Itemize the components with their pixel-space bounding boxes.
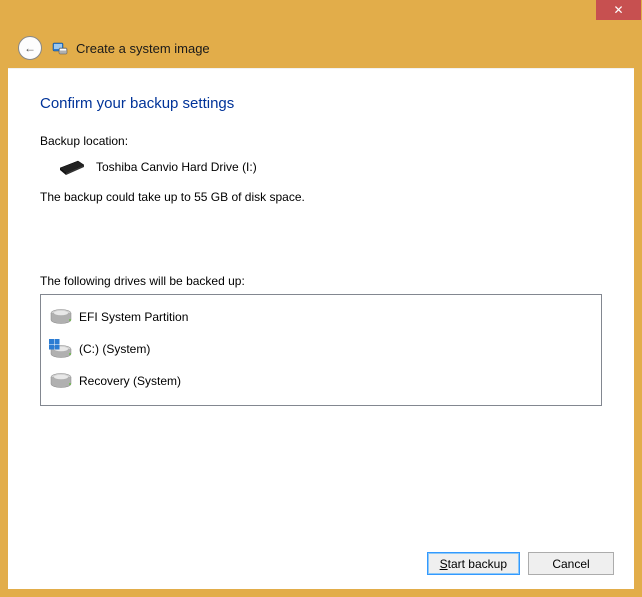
button-row: Start backup Cancel [427,552,614,575]
close-icon: ✕ [613,3,623,17]
backup-location-row: Toshiba Canvio Hard Drive (I:) [58,158,602,176]
drive-row-c: (C:) (System) [49,333,593,365]
windows-drive-icon [49,339,73,359]
backup-location-label: Backup location: [40,134,602,148]
header-strip: ← Create a system image [8,28,634,68]
back-arrow-icon: ← [24,41,36,55]
drive-label: Recovery (System) [79,374,181,388]
content-panel: Confirm your backup settings Backup loca… [8,68,634,589]
drive-label: (C:) (System) [79,342,150,356]
button-label-rest: tart backup [448,557,507,571]
cancel-button[interactable]: Cancel [528,552,614,575]
back-button[interactable]: ← [18,36,42,60]
system-image-icon [52,40,68,56]
hard-disk-icon [49,307,73,327]
following-drives-label: The following drives will be backed up: [40,274,602,288]
mnemonic: S [440,557,448,571]
window-close-button[interactable]: ✕ [596,0,641,20]
titlebar: ✕ [0,0,642,28]
drive-row-recovery: Recovery (System) [49,365,593,397]
wizard-window: ✕ ← Create a system image Confirm your b… [0,0,642,597]
start-backup-button[interactable]: Start backup [427,552,520,575]
external-drive-icon [58,158,86,176]
page-heading: Confirm your backup settings [40,95,602,112]
drive-row-efi: EFI System Partition [49,301,593,333]
backup-location-value: Toshiba Canvio Hard Drive (I:) [96,160,257,174]
wizard-title: Create a system image [76,41,210,56]
hard-disk-icon [49,371,73,391]
disk-space-text: The backup could take up to 55 GB of dis… [40,190,602,204]
drive-label: EFI System Partition [79,310,188,324]
drives-list: EFI System Partition (C:) (System [40,294,602,406]
